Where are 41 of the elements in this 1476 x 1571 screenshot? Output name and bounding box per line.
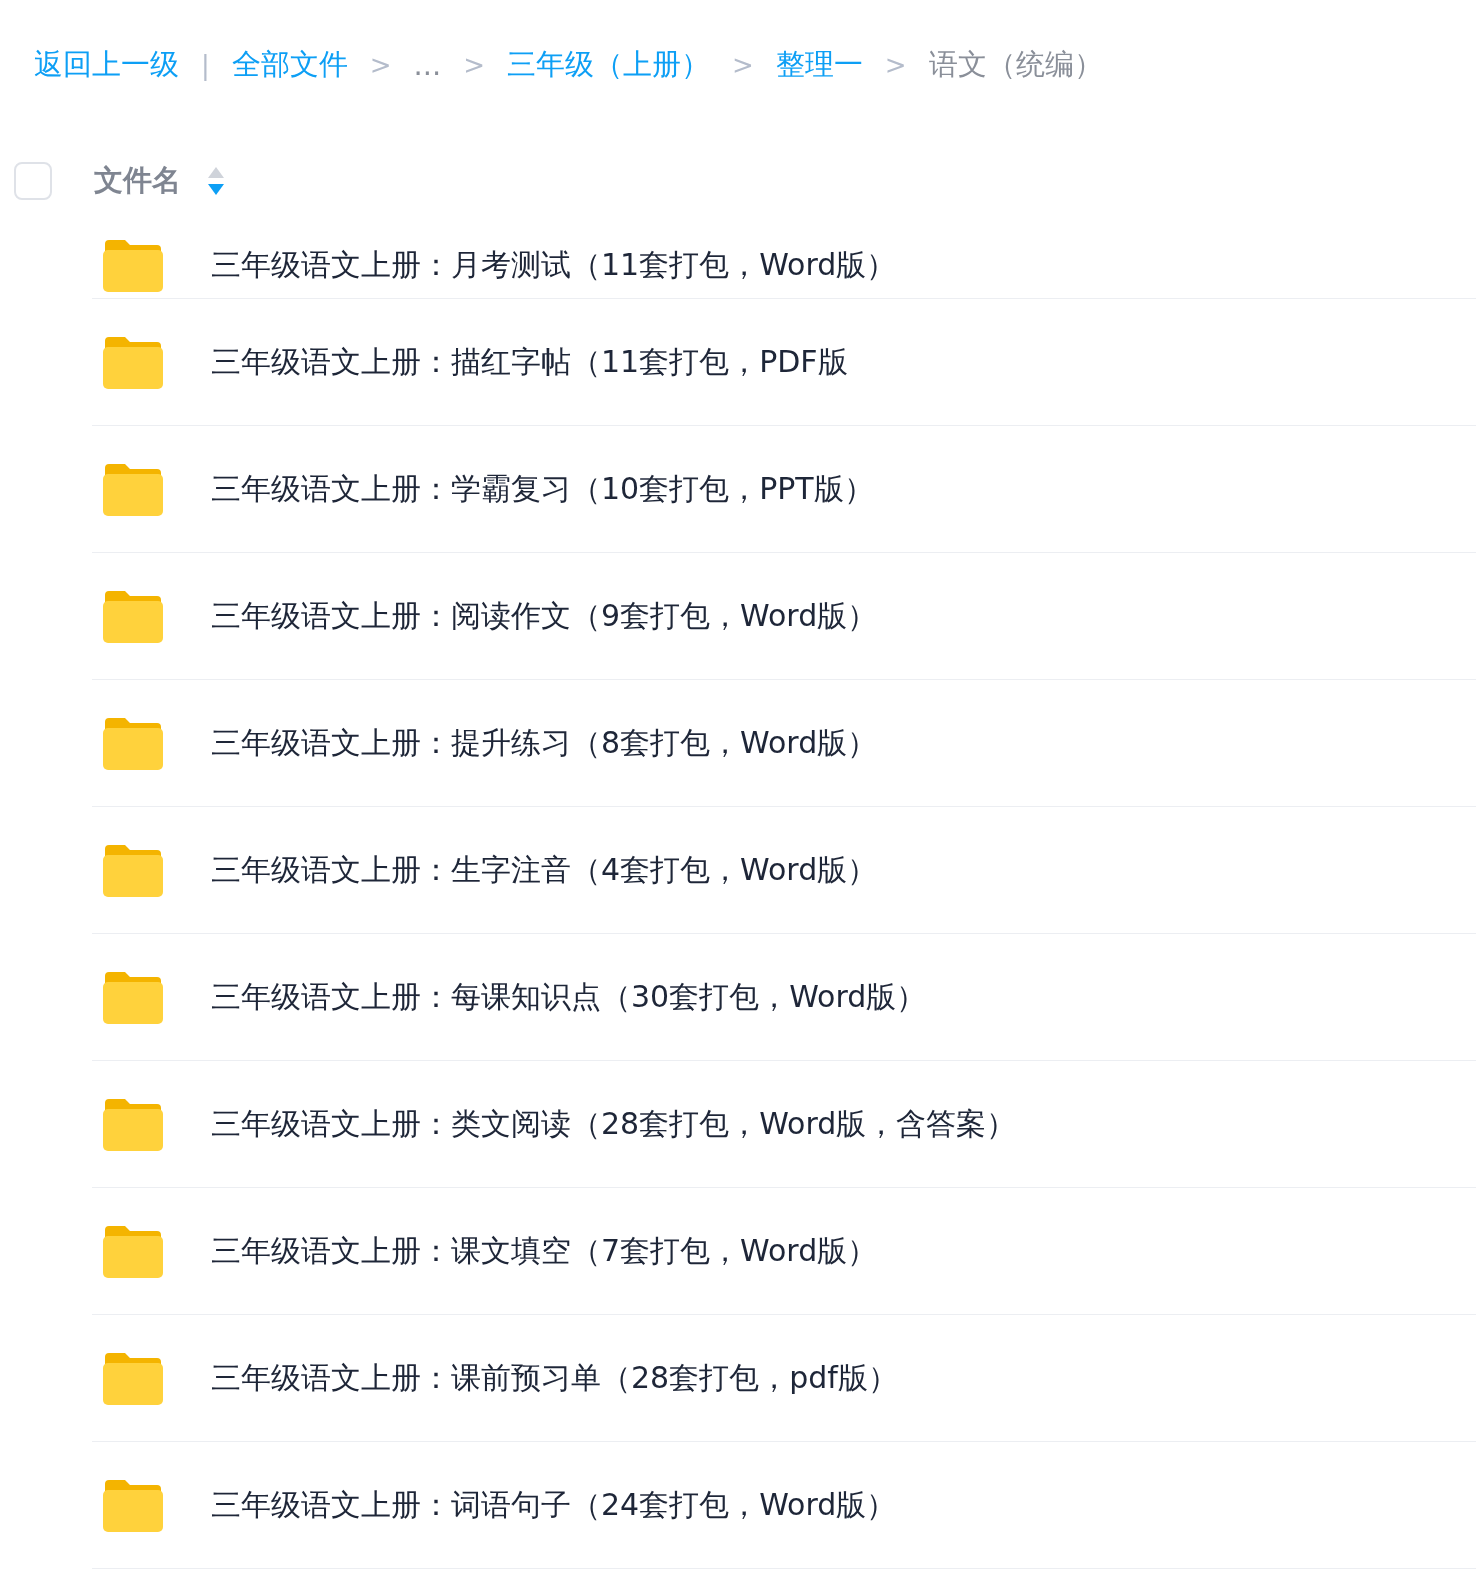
file-row[interactable]: 三年级语文上册：阅读作文（9套打包，Word版） — [92, 553, 1476, 680]
file-row[interactable]: 三年级语文上册：课前预习单（28套打包，pdf版） — [92, 1315, 1476, 1442]
file-row[interactable]: 三年级语文上册：生字注音（4套打包，Word版） — [92, 807, 1476, 934]
file-name: 三年级语文上册：每课知识点（30套打包，Word版） — [211, 977, 927, 1016]
breadcrumb-separator: > — [884, 50, 907, 80]
folder-icon — [103, 1478, 163, 1532]
file-row[interactable]: 三年级语文上册：词语句子（24套打包，Word版） — [92, 1442, 1476, 1569]
file-name: 三年级语文上册：课前预习单（28套打包，pdf版） — [211, 1358, 898, 1397]
folder-icon — [103, 1097, 163, 1151]
breadcrumb-separator: > — [463, 50, 485, 80]
file-row[interactable]: 三年级语文上册：每课知识点（30套打包，Word版） — [92, 934, 1476, 1061]
folder-icon — [103, 1224, 163, 1278]
file-name: 三年级语文上册：阅读作文（9套打包，Word版） — [211, 596, 878, 635]
breadcrumb-separator: > — [369, 50, 392, 80]
sort-icon[interactable] — [207, 165, 225, 197]
divider: | — [201, 50, 210, 80]
folder-icon — [103, 238, 163, 292]
file-name: 三年级语文上册：类文阅读（28套打包，Word版，含答案） — [211, 1104, 1017, 1143]
breadcrumb-separator: > — [732, 50, 754, 80]
file-name: 三年级语文上册：生字注音（4套打包，Word版） — [211, 850, 878, 889]
folder-icon — [103, 589, 163, 643]
file-name: 三年级语文上册：学霸复习（10套打包，PPT版） — [211, 469, 874, 508]
file-row[interactable]: 三年级语文上册：描红字帖（11套打包，PDF版 — [92, 299, 1476, 426]
file-name: 三年级语文上册：提升练习（8套打包，Word版） — [211, 723, 878, 762]
folder-icon — [103, 843, 163, 897]
file-name: 三年级语文上册：课文填空（7套打包，Word版） — [211, 1231, 878, 1270]
file-row[interactable]: 三年级语文上册：月考测试（11套打包，Word版） — [92, 232, 1476, 299]
file-row[interactable]: 三年级语文上册：提升练习（8套打包，Word版） — [92, 680, 1476, 807]
file-row[interactable]: 三年级语文上册：学霸复习（10套打包，PPT版） — [92, 426, 1476, 553]
file-row[interactable]: 三年级语文上册：课文填空（7套打包，Word版） — [92, 1188, 1476, 1315]
file-name: 三年级语文上册：月考测试（11套打包，Word版） — [211, 245, 897, 284]
folder-icon — [103, 1351, 163, 1405]
folder-icon — [103, 970, 163, 1024]
folder-icon — [103, 462, 163, 516]
folder-icon — [103, 716, 163, 770]
select-all-checkbox[interactable] — [14, 162, 52, 200]
column-header[interactable]: 文件名 — [94, 161, 181, 201]
file-name: 三年级语文上册：描红字帖（11套打包，PDF版 — [211, 342, 848, 381]
file-name: 三年级语文上册：词语句子（24套打包，Word版） — [211, 1485, 897, 1524]
file-row[interactable]: 三年级语文上册：类文阅读（28套打包，Word版，含答案） — [92, 1061, 1476, 1188]
folder-icon — [103, 335, 163, 389]
